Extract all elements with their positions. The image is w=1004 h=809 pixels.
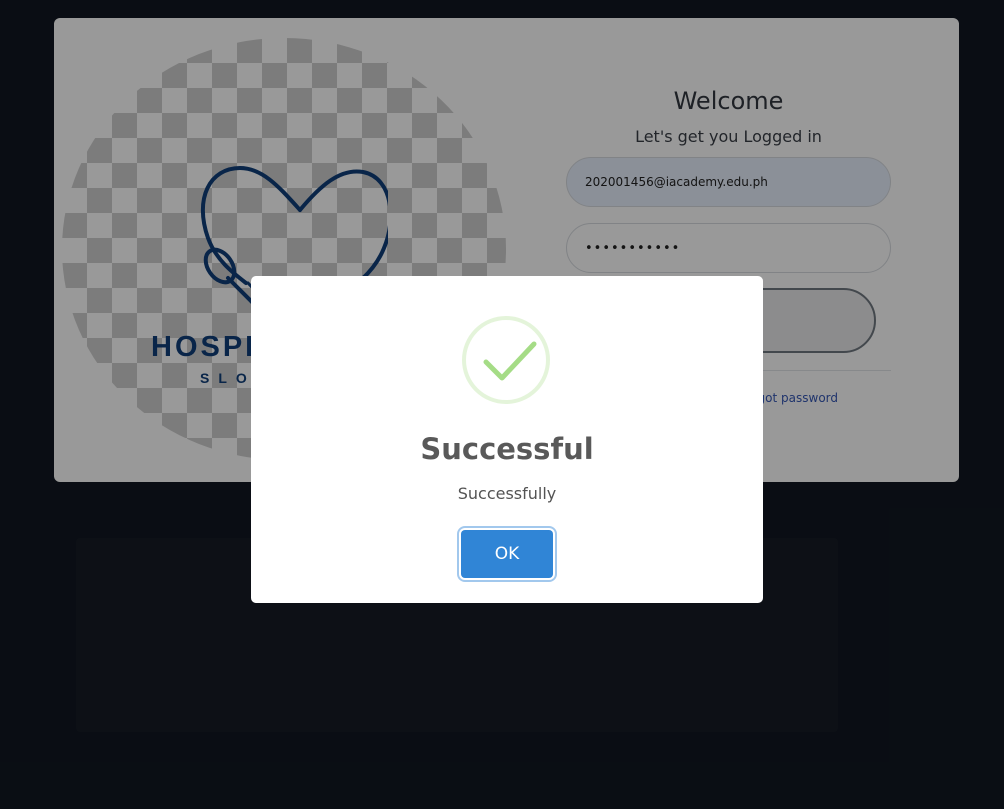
checkmark-icon (462, 316, 550, 404)
dialog-title: Successful (420, 432, 594, 466)
ok-button[interactable]: OK (461, 530, 553, 578)
dialog-message: Successfully (457, 484, 557, 503)
success-dialog: Successful Successfully OK (251, 276, 763, 603)
app-stage: HOSPI SLOG Welcome Let's get you Logged … (0, 0, 1004, 809)
